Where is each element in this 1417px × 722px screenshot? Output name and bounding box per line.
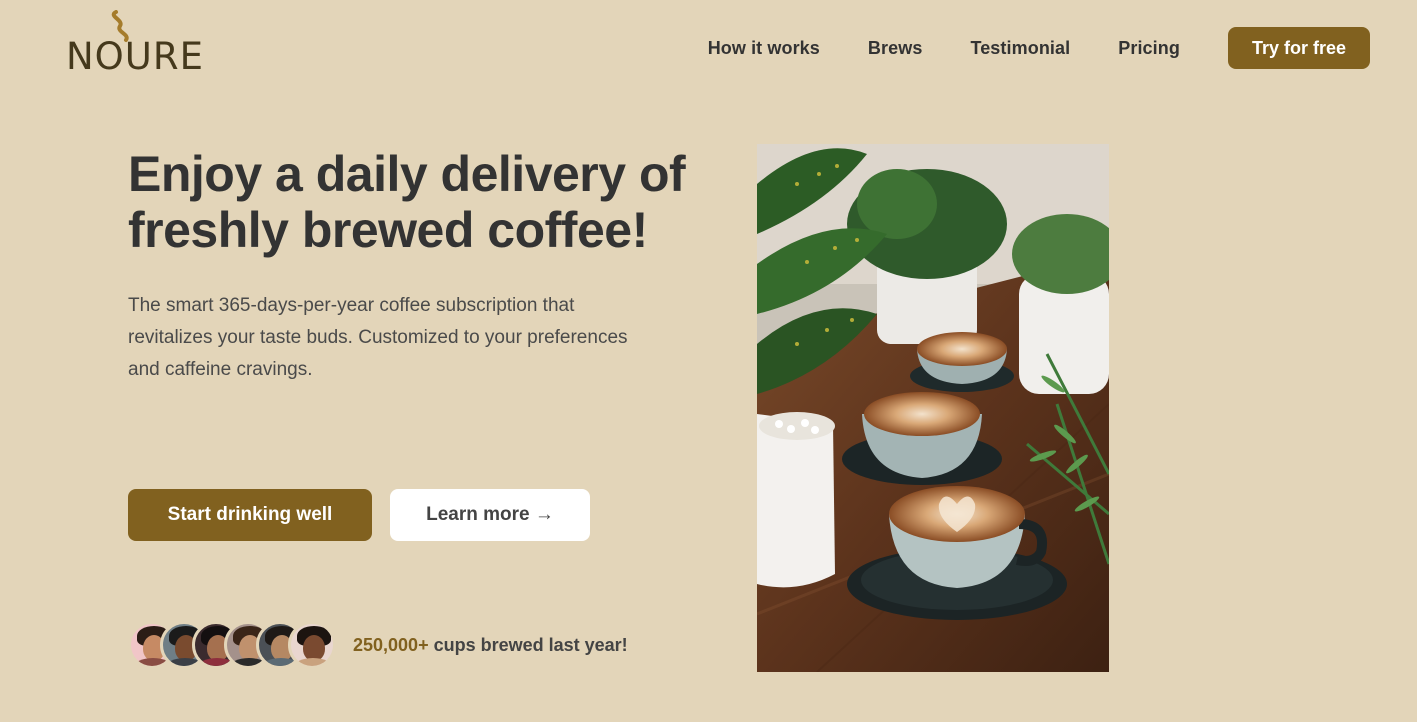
hero-title: Enjoy a daily delivery of freshly brewed… [128, 146, 686, 258]
social-proof-text: 250,000+ cups brewed last year! [353, 635, 628, 656]
cups-label: cups brewed last year! [433, 634, 628, 655]
coffee-cups-photo [757, 144, 1109, 672]
nav-brews[interactable]: Brews [868, 38, 923, 59]
hero-description: The smart 365-days-per-year coffee subsc… [128, 295, 628, 380]
customer-avatars [128, 621, 336, 669]
learn-more-button[interactable]: Learn more → [390, 489, 590, 541]
main-nav: How it works Brews Testimonial Pricing T… [708, 27, 1370, 69]
hero-content: Enjoy a daily delivery of freshly brewed… [128, 146, 688, 386]
avatar [288, 621, 336, 669]
hero-actions: Start drinking well Learn more → [128, 489, 590, 541]
coffee-photo-illustration [757, 144, 1109, 672]
brand-name: NOURE [66, 35, 204, 78]
try-for-free-button[interactable]: Try for free [1227, 27, 1370, 69]
nav-how-it-works[interactable]: How it works [708, 38, 820, 59]
logo[interactable]: NOURE [66, 10, 203, 75]
cups-count: 250,000+ [353, 634, 429, 655]
nav-testimonial[interactable]: Testimonial [970, 38, 1070, 59]
start-drinking-button[interactable]: Start drinking well [128, 489, 372, 541]
social-proof: 250,000+ cups brewed last year! [128, 621, 628, 669]
nav-pricing[interactable]: Pricing [1118, 38, 1180, 59]
